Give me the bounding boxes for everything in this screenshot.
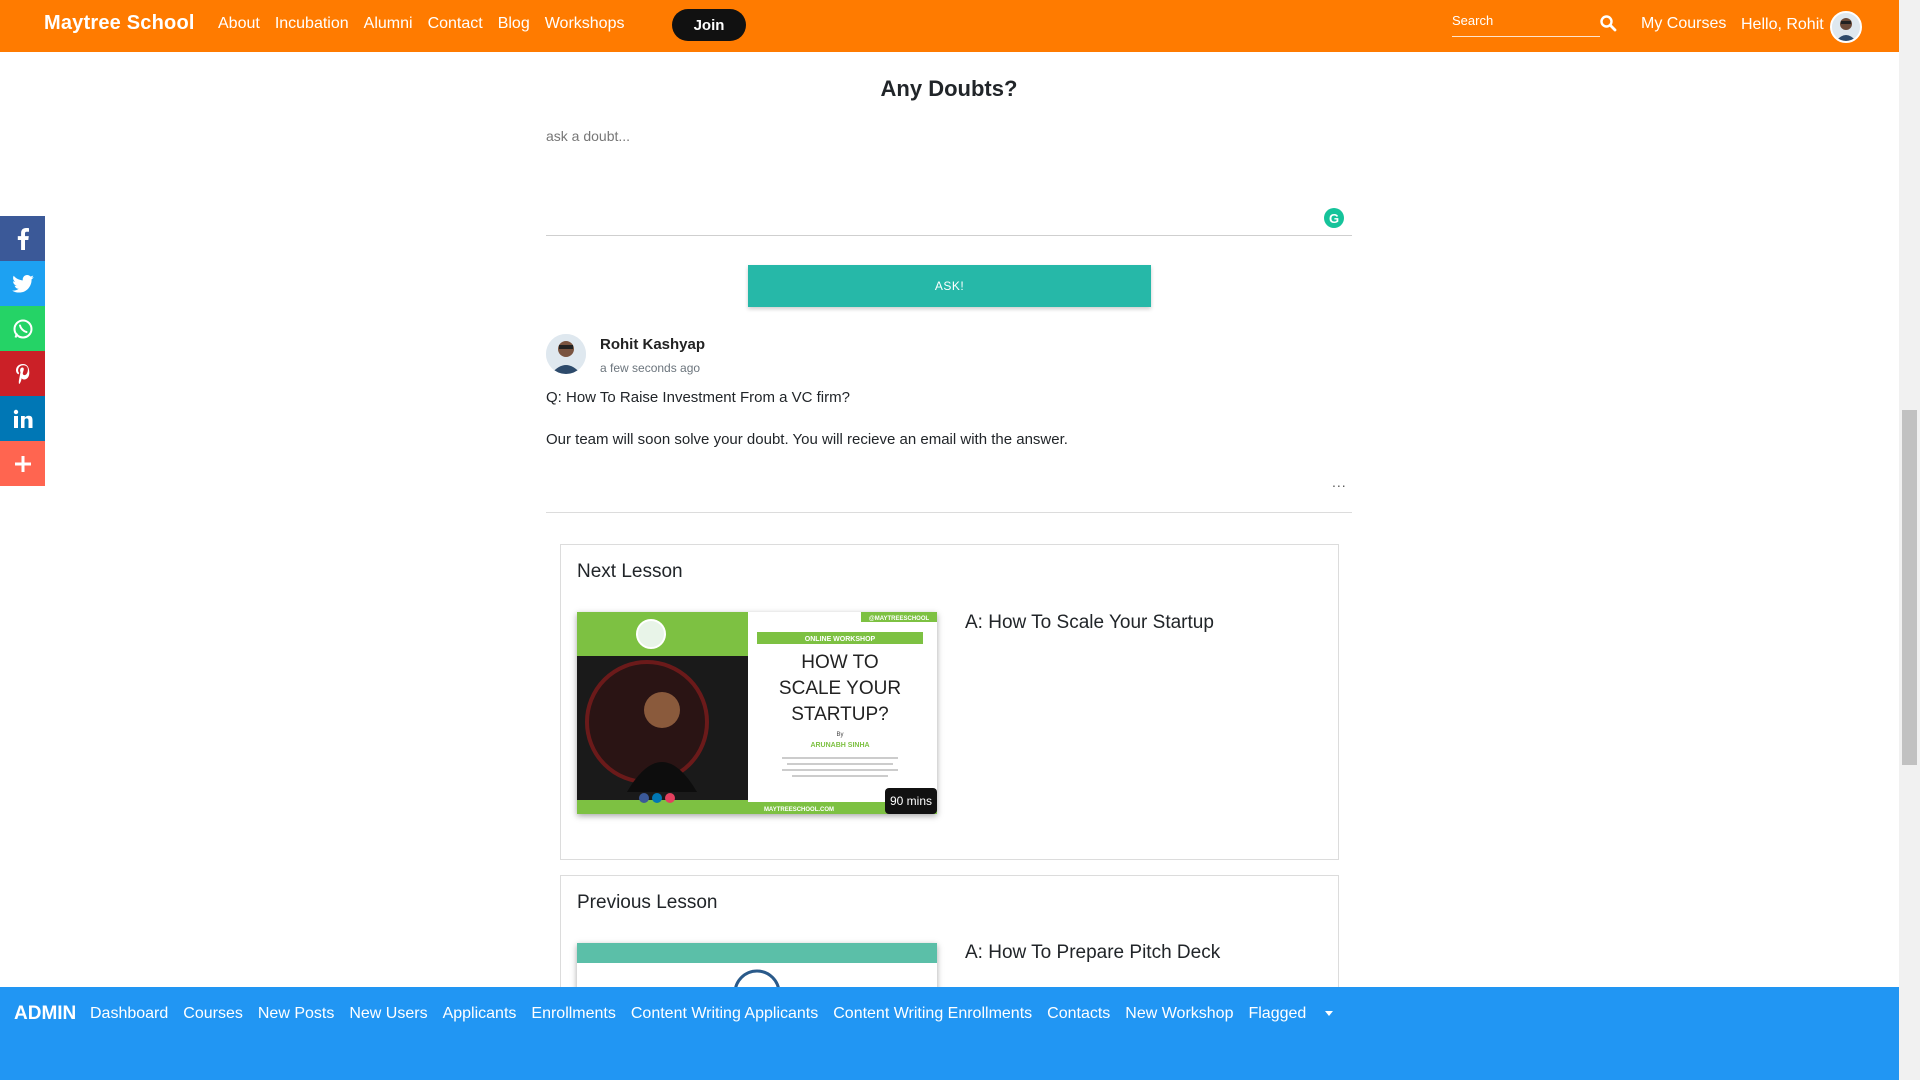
comment-options-icon[interactable]: ... [1332,474,1347,490]
admin-link-enrollments[interactable]: Enrollments [531,1005,615,1023]
admin-flagged-dropdown[interactable]: Flagged [1248,1005,1348,1023]
more-icon [14,455,31,472]
admin-links: Dashboard Courses New Posts New Users Ap… [90,1005,1363,1023]
join-button[interactable]: Join [672,9,746,41]
twitter-share-button[interactable] [0,261,45,306]
nav-links: About Incubation Alumni Contact Blog Wor… [218,15,639,33]
thumbnail-speaker: ARUNABH SINHA [810,742,869,749]
my-courses-link[interactable]: My Courses [1641,15,1726,33]
previous-lesson-title[interactable]: A: How To Prepare Pitch Deck [965,942,1220,964]
chevron-down-icon [1325,1011,1334,1017]
more-share-button[interactable] [0,441,45,486]
nav-link-alumni[interactable]: Alumni [364,15,413,33]
thumbnail-heading-line-2: SCALE YOUR [779,678,901,699]
thumbnail-banner: ONLINE WORKSHOP [805,636,876,643]
admin-link-new-workshop[interactable]: New Workshop [1125,1005,1233,1023]
linkedin-icon [13,409,32,428]
comment-avatar [546,334,586,374]
nav-link-workshops[interactable]: Workshops [545,15,625,33]
comment-question: Q: How To Raise Investment From a VC fir… [546,389,850,406]
thumbnail-tag: @MAYTREESCHOOL [869,616,930,622]
duration-badge: 90 mins [884,788,937,814]
previous-lesson-heading: Previous Lesson [577,892,718,913]
scrollbar-thumb[interactable] [1902,410,1917,765]
admin-link-new-users[interactable]: New Users [349,1005,427,1023]
twitter-icon [11,274,34,293]
social-share-bar [0,216,45,486]
top-navbar: Maytree School About Incubation Alumni C… [0,0,1899,52]
thumbnail-heading-line-3: STARTUP? [791,704,889,725]
brand-logo[interactable]: Maytree School [44,12,195,35]
comment-author: Rohit Kashyap [600,336,706,353]
thumbnail-heading-line-1: HOW TO [801,652,878,673]
search-icon[interactable] [1599,14,1617,32]
nav-link-incubation[interactable]: Incubation [275,15,349,33]
admin-link-new-posts[interactable]: New Posts [258,1005,334,1023]
next-lesson-heading: Next Lesson [577,561,683,582]
grammarly-icon[interactable]: G [1324,208,1344,228]
admin-link-contacts[interactable]: Contacts [1047,1005,1110,1023]
next-lesson-card: Next Lesson @MAYTREESCHOOL ONLINE WORKSH… [560,544,1339,860]
whatsapp-share-button[interactable] [0,306,45,351]
pinterest-icon [15,363,29,384]
next-lesson-thumbnail[interactable]: @MAYTREESCHOOL ONLINE WORKSHOP HOW TO SC… [577,612,937,814]
search-field [1452,10,1600,37]
doubt-textarea[interactable] [546,128,1352,236]
admin-link-dashboard[interactable]: Dashboard [90,1005,168,1023]
whatsapp-icon [13,319,32,338]
admin-link-applicants[interactable]: Applicants [443,1005,517,1023]
doubts-heading: Any Doubts? [880,76,1018,101]
admin-link-content-writing-applicants[interactable]: Content Writing Applicants [631,1005,818,1023]
search-input[interactable] [1452,10,1582,28]
pinterest-share-button[interactable] [0,351,45,396]
ask-button[interactable]: ASK! [748,265,1151,307]
comment-timestamp: a few seconds ago [600,361,701,375]
admin-link-content-writing-enrollments[interactable]: Content Writing Enrollments [833,1005,1032,1023]
user-avatar[interactable] [1830,11,1862,43]
user-greeting[interactable]: Hello, Rohit [1741,16,1824,34]
nav-link-about[interactable]: About [218,15,260,33]
flagged-label: Flagged [1248,1005,1307,1022]
nav-link-contact[interactable]: Contact [428,15,483,33]
thumbnail-site: MAYTREESCHOOL.COM [764,807,834,813]
linkedin-share-button[interactable] [0,396,45,441]
comment-divider [546,512,1352,513]
admin-bar: ADMIN Dashboard Courses New Posts New Us… [0,987,1899,1080]
thumbnail-by: By [836,732,843,738]
facebook-icon [17,227,29,250]
facebook-share-button[interactable] [0,216,45,261]
nav-link-blog[interactable]: Blog [498,15,530,33]
comment-answer: Our team will soon solve your doubt. You… [546,431,1068,448]
next-lesson-title[interactable]: A: How To Scale Your Startup [965,612,1214,634]
admin-title[interactable]: ADMIN [14,1003,76,1025]
admin-link-courses[interactable]: Courses [183,1005,243,1023]
